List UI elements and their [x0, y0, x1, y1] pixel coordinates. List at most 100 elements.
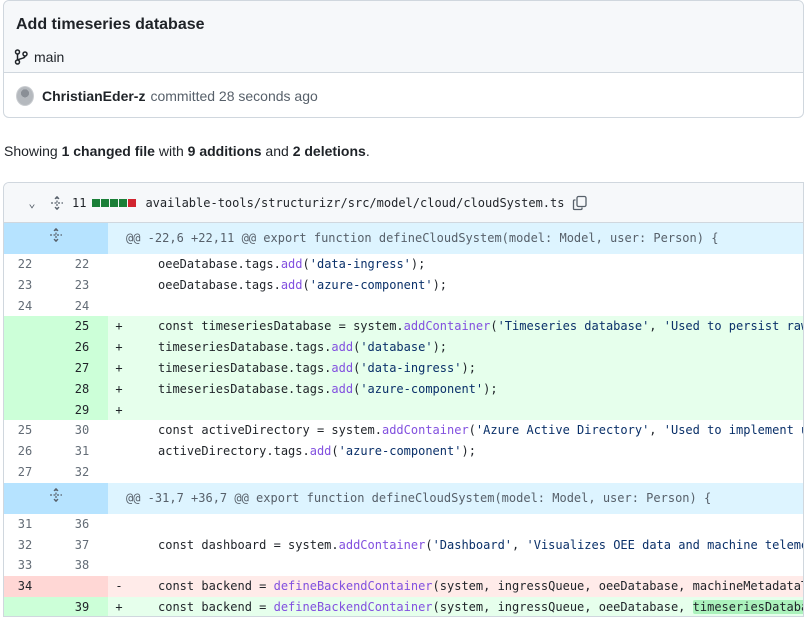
code-line: const dashboard = system.addContainer('D…	[158, 537, 804, 552]
move-icon[interactable]	[50, 195, 64, 210]
file-path[interactable]: available-tools/structurizr/src/model/cl…	[145, 196, 564, 210]
summary-prefix: Showing	[4, 143, 62, 159]
chevron-down-icon[interactable]: ⌄	[24, 196, 40, 210]
old-line-number[interactable]: 26	[4, 441, 56, 462]
old-line-number[interactable]	[4, 337, 56, 358]
summary-mid: with	[154, 143, 188, 159]
old-line-number[interactable]: 25	[4, 420, 56, 441]
new-line-number[interactable]: 38	[56, 555, 108, 576]
diff-line: 22 22 oeeDatabase.tags.add('data-ingress')…	[4, 254, 803, 275]
diffstat-block	[110, 198, 119, 207]
diffstat-block	[92, 198, 101, 207]
diff-line: 23 23 oeeDatabase.tags.add('azure-componen…	[4, 275, 803, 296]
avatar[interactable]	[16, 86, 34, 106]
diff-summary: Showing 1 changed file with 9 additions …	[4, 143, 370, 159]
old-line-number[interactable]: 34	[4, 576, 56, 597]
new-line-number[interactable]: 30	[56, 420, 108, 441]
diff-line: 27 32	[4, 462, 803, 483]
code-line	[130, 555, 803, 576]
code-line: const backend = defineBackendContainer(s…	[130, 576, 803, 597]
old-line-number[interactable]	[4, 596, 56, 616]
diffstat-block	[119, 198, 128, 207]
diff-sign	[108, 296, 130, 317]
code-line: oeeDatabase.tags.add('azure-component');	[158, 277, 448, 292]
copy-icon[interactable]	[572, 195, 588, 211]
summary-suffix: .	[365, 143, 370, 159]
new-line-number[interactable]: 32	[56, 462, 108, 483]
code-line: const backend = defineBackendContainer(s…	[130, 596, 803, 616]
diff-line: 33 38	[4, 555, 803, 576]
summary-and: and	[261, 143, 293, 159]
new-line-number[interactable]: 28	[56, 378, 108, 400]
old-line-number[interactable]: 23	[4, 275, 56, 296]
diff-sign: -	[108, 576, 130, 597]
diff-line: 32 37 const dashboard = system.addContaine…	[4, 535, 804, 556]
new-line-number[interactable]	[56, 576, 108, 597]
old-line-number[interactable]: 22	[4, 254, 56, 275]
new-line-number[interactable]: 29	[56, 399, 108, 421]
old-line-number[interactable]	[4, 399, 56, 421]
code-line: timeseriesDatabase.tags.add('azure-compo…	[130, 378, 803, 400]
change-count: 11	[72, 195, 87, 210]
diff-sign: +	[108, 399, 130, 421]
commit-time: committed 28 seconds ago	[150, 88, 318, 104]
new-line-number[interactable]: 37	[56, 535, 108, 556]
code-line: const timeseriesDatabase = system.addCon…	[130, 316, 803, 338]
summary-deletions: 2 deletions	[292, 143, 366, 159]
diff-sign: +	[108, 596, 130, 616]
code-line	[130, 462, 803, 483]
hunk-text: @@ -22,6 +22,11 @@ export function defin…	[108, 223, 803, 254]
diffstat-bar	[92, 198, 137, 207]
new-line-number[interactable]: 23	[56, 275, 108, 296]
diff-sign	[108, 441, 130, 462]
old-line-number[interactable]: 31	[4, 514, 56, 535]
branch-name[interactable]: main	[34, 49, 64, 65]
diff-sign	[108, 254, 130, 275]
new-line-number[interactable]: 26	[56, 337, 108, 358]
old-line-number[interactable]	[4, 378, 56, 400]
new-line-number[interactable]: 24	[56, 296, 108, 317]
old-line-number[interactable]	[4, 357, 56, 379]
diff-sign: +	[108, 316, 130, 338]
old-line-number[interactable]: 33	[4, 555, 56, 576]
diff-line: 39 + const backend = defineBackendContaine…	[4, 596, 803, 616]
code-line: oeeDatabase.tags.add('data-ingress');	[158, 257, 426, 271]
commit-author[interactable]: ChristianEder-z	[42, 88, 145, 104]
hunk-header: @@ -31,7 +36,7 @@ export function define…	[4, 482, 803, 514]
diff-sign: +	[108, 357, 130, 379]
hunk-text: @@ -31,7 +36,7 @@ export function define…	[108, 482, 803, 514]
hunk-header: @@ -22,6 +22,11 @@ export function defin…	[4, 223, 803, 254]
diffstat-block	[101, 198, 110, 207]
unfold-icon[interactable]	[4, 482, 108, 514]
summary-files: 1 changed file	[61, 143, 155, 159]
new-line-number[interactable]: 39	[56, 596, 108, 616]
branch-indicator[interactable]: main	[14, 49, 64, 65]
code-line	[130, 399, 803, 421]
diff-sign	[108, 555, 130, 576]
new-line-number[interactable]: 31	[56, 441, 108, 462]
unfold-icon[interactable]	[4, 223, 108, 254]
new-line-number[interactable]: 36	[56, 514, 108, 535]
file-header: ⌄ 11 available-tools/structurizr/src/mod…	[4, 183, 803, 223]
new-line-number[interactable]: 25	[56, 316, 108, 338]
new-line-number[interactable]: 27	[56, 357, 108, 379]
diff-sign: +	[108, 337, 130, 358]
old-line-number[interactable]: 32	[4, 535, 56, 556]
code-line: const activeDirectory = system.addContai…	[158, 423, 803, 438]
old-line-number[interactable]: 24	[4, 296, 56, 317]
diff-sign	[108, 514, 130, 535]
old-line-number[interactable]: 27	[4, 462, 56, 483]
diff-sign	[108, 420, 130, 441]
diff-line: 34 - const backend = defineBackendContaine…	[4, 576, 803, 597]
diff-sign	[108, 462, 130, 483]
diff-line: 24 24	[4, 296, 803, 317]
old-line-number[interactable]	[4, 316, 56, 338]
new-line-number[interactable]: 22	[56, 254, 108, 275]
diff-line: 26 31 activeDirectory.tags.add('azure-comp…	[4, 441, 803, 462]
diff-line: 27 + timeseriesDatabase.tags.add('data-ing…	[4, 357, 803, 379]
diff-line: 31 36	[4, 514, 803, 535]
code-line: activeDirectory.tags.add('azure-componen…	[158, 444, 476, 459]
diffstat-block	[128, 198, 137, 207]
commit-title: Add timeseries database	[16, 16, 205, 33]
diff-table: @@ -22,6 +22,11 @@ export function defin…	[4, 223, 804, 616]
